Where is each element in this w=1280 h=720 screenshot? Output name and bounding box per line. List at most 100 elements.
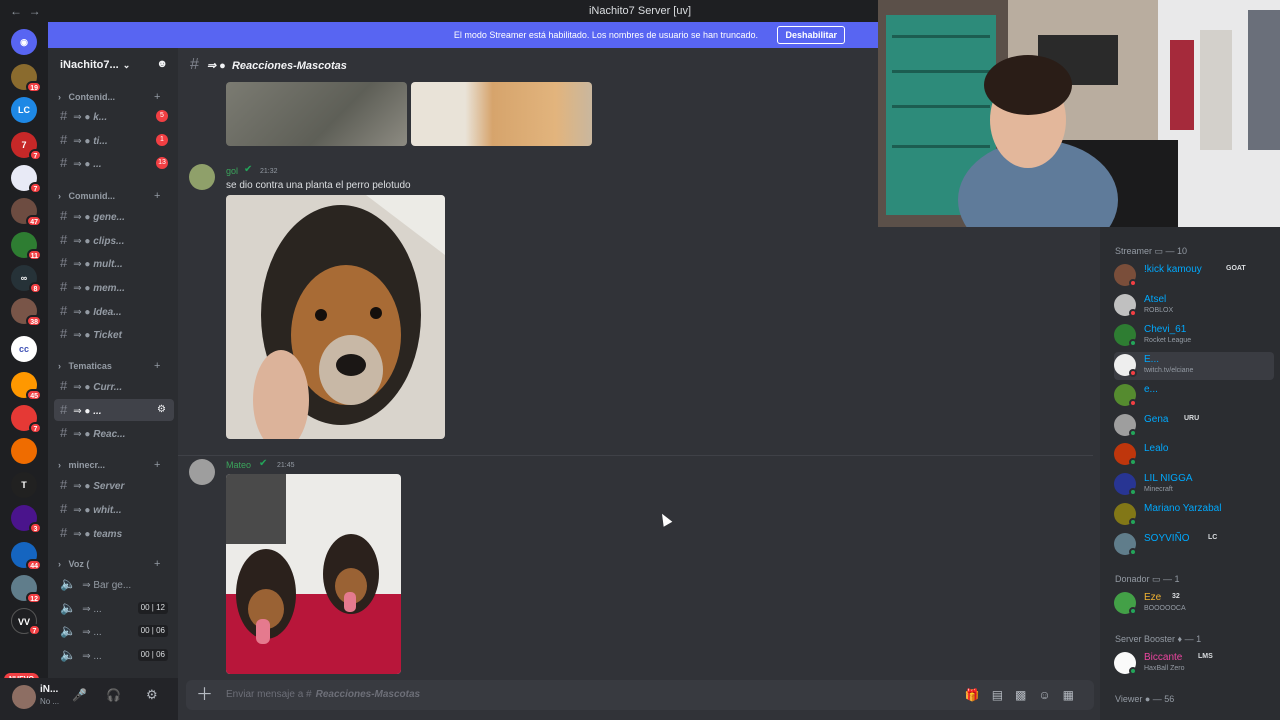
channel-item[interactable]: # ⇒ ● whit... bbox=[54, 498, 174, 520]
composer-channel: Reacciones-Mascotas bbox=[315, 689, 421, 700]
channel-item[interactable]: # ⇒ ● ... 13 bbox=[54, 152, 174, 174]
hash-icon: # bbox=[60, 255, 68, 270]
hash-icon: # bbox=[60, 279, 68, 294]
channel-item[interactable]: # ⇒ ● ti... 1 bbox=[54, 129, 174, 151]
channel-item[interactable]: # ⇒ ● gene... bbox=[54, 205, 174, 227]
message-composer[interactable]: ＋ Enviar mensaje a # Reacciones-Mascotas … bbox=[186, 680, 1094, 710]
member-item[interactable]: Mariano Yarzabal bbox=[1114, 501, 1280, 529]
channel-item-active[interactable]: # ⇒ ● ... ⚙ bbox=[54, 399, 174, 421]
hash-icon: # bbox=[60, 303, 68, 318]
server-icon[interactable]: 44 bbox=[11, 542, 42, 571]
message-image[interactable] bbox=[411, 82, 592, 146]
avatar[interactable] bbox=[12, 685, 36, 709]
add-channel-icon[interactable]: + bbox=[154, 360, 160, 372]
microphone-icon[interactable]: 🎤 bbox=[72, 688, 87, 702]
server-icon[interactable]: 3 bbox=[11, 505, 42, 534]
category-tematicas[interactable]: › Tematicas + bbox=[58, 360, 160, 372]
streamer-mode-banner: El modo Streamer está habilitado. Los no… bbox=[48, 22, 878, 48]
server-icon[interactable] bbox=[11, 438, 37, 464]
settings-icon[interactable]: ⚙ bbox=[157, 399, 166, 421]
voice-channel[interactable]: 🔈 ⇒ ... 00 | 06 bbox=[54, 644, 174, 666]
avatar[interactable] bbox=[189, 164, 215, 190]
invite-icon[interactable]: ☻ bbox=[156, 58, 168, 70]
channel-item[interactable]: # ⇒ ● mem... bbox=[54, 276, 174, 298]
add-attachment-icon[interactable]: ＋ bbox=[196, 680, 213, 710]
server-icon[interactable]: 11 bbox=[11, 232, 42, 261]
channel-item[interactable]: # ⇒ ● clips... bbox=[54, 229, 174, 251]
channel-item[interactable]: # ⇒ ● Curr... bbox=[54, 375, 174, 397]
server-icon[interactable]: T bbox=[11, 472, 37, 498]
message-image[interactable] bbox=[226, 82, 407, 146]
back-arrow-icon[interactable]: ← → bbox=[10, 0, 41, 22]
puppies-photo[interactable] bbox=[226, 474, 401, 674]
server-icon[interactable]: ∞ 8 bbox=[11, 265, 42, 294]
server-icon[interactable]: cc bbox=[11, 336, 37, 362]
avatar[interactable] bbox=[189, 459, 215, 485]
voice-channel[interactable]: 🔈 ⇒ ... 00 | 12 bbox=[54, 597, 174, 619]
voice-channel[interactable]: 🔈 ⇒ ... 00 | 06 bbox=[54, 620, 174, 642]
message-divider bbox=[178, 455, 1093, 456]
channel-item[interactable]: # ⇒ ● Reac... bbox=[54, 422, 174, 444]
server-icon[interactable]: 7 bbox=[11, 165, 42, 194]
channel-item[interactable]: # ⇒ ● k... 5 bbox=[54, 105, 174, 127]
channel-title: Reacciones-Mascotas bbox=[231, 60, 347, 72]
server-icon[interactable]: 47 bbox=[11, 198, 42, 227]
hash-icon: # bbox=[60, 326, 68, 341]
message-text: se dio contra una planta el perro pelotu… bbox=[226, 180, 411, 191]
window-title: iNachito7 Server [uv] bbox=[588, 5, 692, 17]
speaker-icon: 🔈 bbox=[60, 576, 77, 591]
member-item[interactable]: Chevi_61 Rocket League bbox=[1114, 322, 1280, 350]
server-icon[interactable]: 7 bbox=[11, 405, 42, 434]
add-channel-icon[interactable]: + bbox=[154, 91, 160, 103]
server-header[interactable]: iNachito7... ⌄ ☻ bbox=[48, 48, 178, 82]
add-channel-icon[interactable]: + bbox=[154, 190, 160, 202]
channel-item[interactable]: # ⇒ ● mult... bbox=[54, 252, 174, 274]
gear-icon[interactable]: ⚙ bbox=[146, 687, 158, 703]
disable-button[interactable]: Deshabilitar bbox=[777, 26, 845, 44]
dog-photo[interactable] bbox=[226, 195, 445, 439]
channel-item[interactable]: # ⇒ ● teams bbox=[54, 522, 174, 544]
server-icon[interactable]: 12 bbox=[11, 575, 42, 604]
server-icon[interactable]: 19 bbox=[11, 64, 42, 93]
server-icon[interactable]: LC bbox=[11, 97, 37, 123]
voice-channel[interactable]: 🔈 ⇒ Bar ge... bbox=[54, 573, 174, 595]
channel-item[interactable]: # ⇒ ● Ticket bbox=[54, 323, 174, 345]
hash-icon: # bbox=[60, 132, 68, 147]
speaker-icon: 🔈 bbox=[60, 623, 77, 638]
channel-item[interactable]: # ⇒ ● Idea... bbox=[54, 300, 174, 322]
category-voz[interactable]: › Voz (+ bbox=[58, 558, 160, 570]
category-comunidad[interactable]: › Comunid... + bbox=[58, 190, 160, 202]
channel-sidebar: iNachito7... ⌄ ☻ › Contenid... + # ⇒ ● k...… bbox=[48, 48, 178, 678]
channel-item[interactable]: # ⇒ ● Server bbox=[54, 474, 174, 496]
hash-icon: # bbox=[60, 477, 68, 492]
member-item[interactable]: Gena URU bbox=[1114, 412, 1280, 440]
message-author[interactable]: gol bbox=[226, 166, 238, 176]
member-item[interactable]: Eze 32 BOOOOOCA bbox=[1114, 590, 1280, 618]
member-item[interactable]: Biccante LMS HaxBall Zero bbox=[1114, 650, 1280, 678]
server-icon[interactable]: 38 bbox=[11, 298, 42, 327]
hash-icon: # bbox=[60, 155, 68, 170]
member-item[interactable]: e... bbox=[1114, 382, 1280, 410]
category-contenido[interactable]: › Contenid... + bbox=[58, 91, 160, 103]
member-item[interactable]: SOYVIÑO LC bbox=[1114, 531, 1280, 559]
composer-tools[interactable]: 🎁▤▩☺▦ bbox=[965, 680, 1086, 710]
member-item[interactable]: !kick kamouy GOAT bbox=[1114, 262, 1280, 290]
member-item[interactable]: Atsel ROBLOX bbox=[1114, 292, 1280, 320]
member-item[interactable]: E... twitch.tv/elciane bbox=[1114, 352, 1274, 380]
hash-icon: # bbox=[60, 501, 68, 516]
add-channel-icon[interactable]: + bbox=[154, 558, 160, 570]
member-group-header: Donador ▭ — 1 bbox=[1115, 574, 1180, 584]
speaker-icon: 🔈 bbox=[60, 600, 77, 615]
add-channel-icon[interactable]: + bbox=[154, 459, 160, 471]
message-author[interactable]: Mateo bbox=[226, 460, 251, 470]
server-icon[interactable]: VV 7 bbox=[11, 608, 41, 636]
headphones-icon[interactable]: 🎧 bbox=[106, 688, 121, 702]
server-name: iNachito7... bbox=[60, 59, 119, 71]
category-minecraft[interactable]: › minecr... + bbox=[58, 459, 160, 471]
member-item[interactable]: LIL NIGGA Minecraft bbox=[1114, 471, 1280, 499]
discord-home-icon[interactable]: ◉ bbox=[11, 29, 37, 55]
server-icon[interactable]: 77 bbox=[11, 132, 42, 161]
server-icon[interactable]: 45 bbox=[11, 372, 42, 401]
hash-icon: # bbox=[60, 425, 68, 440]
member-item[interactable]: Lealo bbox=[1114, 441, 1280, 469]
